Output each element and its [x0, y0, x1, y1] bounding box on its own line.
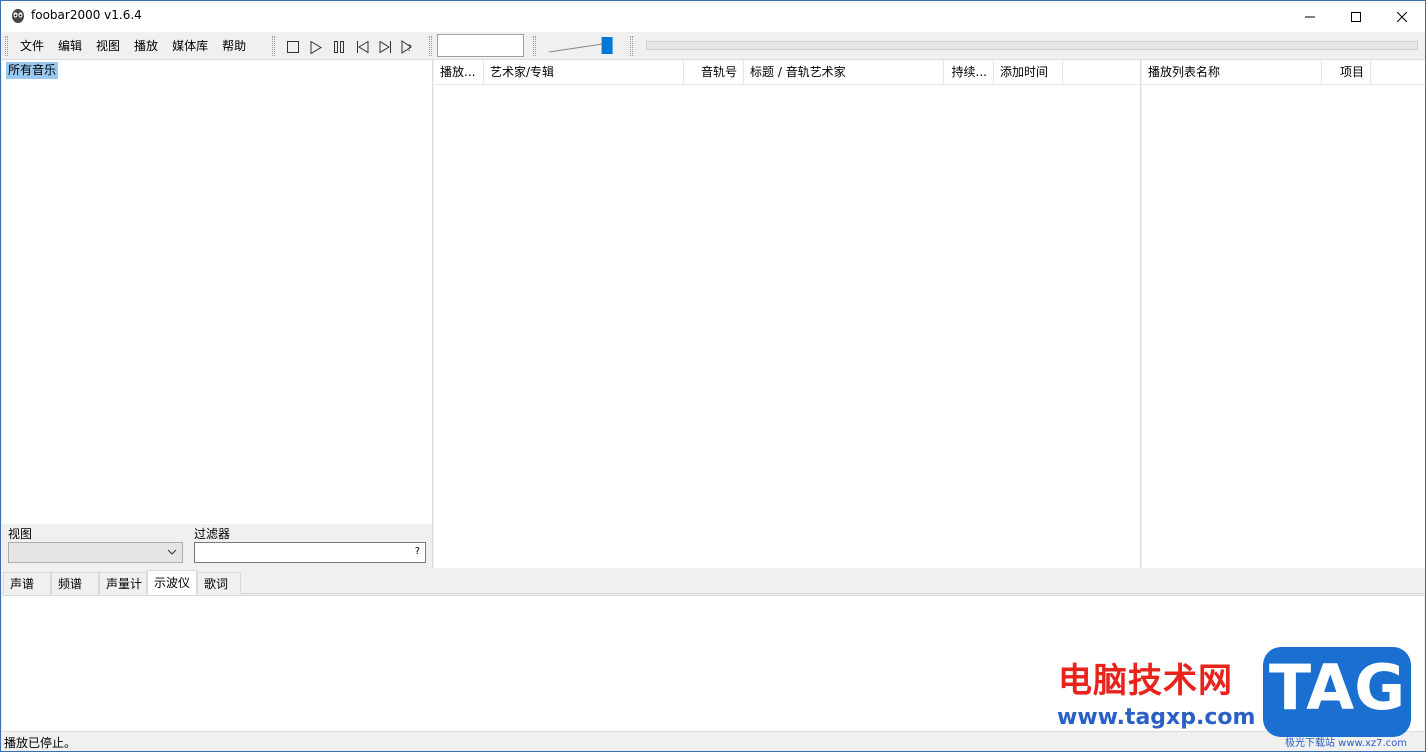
app-window: foobar2000 v1.6.4 文件 编辑 视图 播放 媒体库 帮助 ? 所… [0, 0, 1426, 752]
menu-help[interactable]: 帮助 [215, 35, 253, 57]
watermark-brand: 电脑技术网 [1058, 661, 1233, 701]
menu-view[interactable]: 视图 [89, 35, 127, 57]
view-label: 视图 [8, 527, 33, 541]
chevron-down-icon [167, 549, 177, 555]
maximize-button[interactable] [1333, 1, 1379, 32]
toolbar-grip[interactable] [429, 36, 432, 56]
volume-slider[interactable] [547, 35, 621, 57]
column-artist-album[interactable]: 艺术家/专辑 [484, 60, 684, 84]
minimize-button[interactable] [1287, 1, 1333, 32]
window-title: foobar2000 v1.6.4 [31, 8, 142, 22]
menu-playback[interactable]: 播放 [127, 35, 165, 57]
previous-button[interactable] [352, 37, 372, 57]
seek-bar[interactable] [646, 41, 1418, 50]
watermark-badge-sub: 极光下载站 www.xz7.com [1285, 738, 1408, 749]
menu-edit[interactable]: 编辑 [51, 35, 89, 57]
toolbar-grip[interactable] [5, 36, 8, 56]
watermark-tag-badge: TAG [1263, 647, 1411, 737]
filter-help-icon[interactable]: ? [415, 546, 420, 557]
pause-icon [334, 41, 344, 53]
column-title-artist[interactable]: 标题 / 音轨艺术家 [744, 60, 944, 84]
watermark-badge-text: TAG [1268, 651, 1406, 724]
album-list-controls: 视图 过滤器 ? [2, 524, 432, 568]
column-playlist-name[interactable]: 播放列表名称 [1142, 60, 1322, 84]
album-list-panel: 所有音乐 [2, 60, 432, 524]
playback-order-box[interactable] [437, 34, 524, 57]
next-icon [379, 41, 391, 53]
foobar-logo-icon [10, 8, 26, 24]
playlist-manager-panel: 播放列表名称 项目 [1142, 60, 1425, 568]
column-track-no[interactable]: 音轨号 [684, 60, 744, 84]
close-icon [1397, 11, 1407, 22]
minimize-icon [1305, 16, 1315, 17]
tab-vu-meter[interactable]: 声量计 [99, 572, 147, 594]
tab-spectrum[interactable]: 频谱 [51, 572, 99, 594]
filter-input[interactable]: ? [194, 542, 426, 563]
menu-library[interactable]: 媒体库 [165, 35, 215, 57]
column-added-time[interactable]: 添加时间 [994, 60, 1063, 84]
tree-item-all-music[interactable]: 所有音乐 [6, 62, 59, 79]
play-button[interactable] [306, 37, 326, 57]
stop-icon [287, 41, 299, 53]
play-icon [310, 40, 322, 54]
toolbar-grip[interactable] [272, 36, 275, 56]
column-duration[interactable]: 持续... [944, 60, 994, 84]
tab-spectrogram[interactable]: 声谱 [3, 572, 51, 594]
playlist-panel: 播放... 艺术家/专辑 音轨号 标题 / 音轨艺术家 持续... 添加时间 [434, 60, 1140, 568]
status-bar: 播放已停止。 [1, 731, 1425, 751]
toolbar-grip[interactable] [533, 36, 536, 56]
column-items[interactable]: 项目 [1322, 60, 1371, 84]
view-select[interactable] [8, 542, 183, 563]
watermark-url: www.tagxp.com [1057, 705, 1256, 730]
playlist-manager-header: 播放列表名称 项目 [1142, 60, 1425, 85]
random-button[interactable]: ? [398, 37, 418, 57]
stop-button[interactable] [283, 37, 303, 57]
splitter[interactable] [432, 60, 433, 568]
visualization-tabs: 声谱 频谱 声量计 示波仪 歌词 [1, 570, 1425, 595]
status-text: 播放已停止。 [4, 736, 77, 750]
menu-bar: 文件 编辑 视图 播放 媒体库 帮助 [13, 32, 253, 60]
menu-file[interactable]: 文件 [13, 35, 51, 57]
svg-text:?: ? [407, 44, 412, 54]
maximize-icon [1351, 11, 1361, 22]
tab-lyrics[interactable]: 歌词 [197, 572, 241, 594]
random-icon: ? [401, 40, 412, 54]
title-bar[interactable]: foobar2000 v1.6.4 [1, 1, 1425, 32]
column-playing[interactable]: 播放... [434, 60, 484, 84]
playlist-header: 播放... 艺术家/专辑 音轨号 标题 / 音轨艺术家 持续... 添加时间 [434, 60, 1140, 85]
pause-button[interactable] [329, 37, 349, 57]
previous-icon [356, 41, 368, 53]
filter-label: 过滤器 [194, 527, 231, 541]
close-button[interactable] [1379, 1, 1425, 32]
splitter[interactable] [1140, 60, 1141, 568]
toolbar-grip[interactable] [630, 36, 633, 56]
volume-thumb[interactable] [601, 37, 613, 54]
tab-oscilloscope[interactable]: 示波仪 [147, 570, 197, 595]
next-button[interactable] [375, 37, 395, 57]
